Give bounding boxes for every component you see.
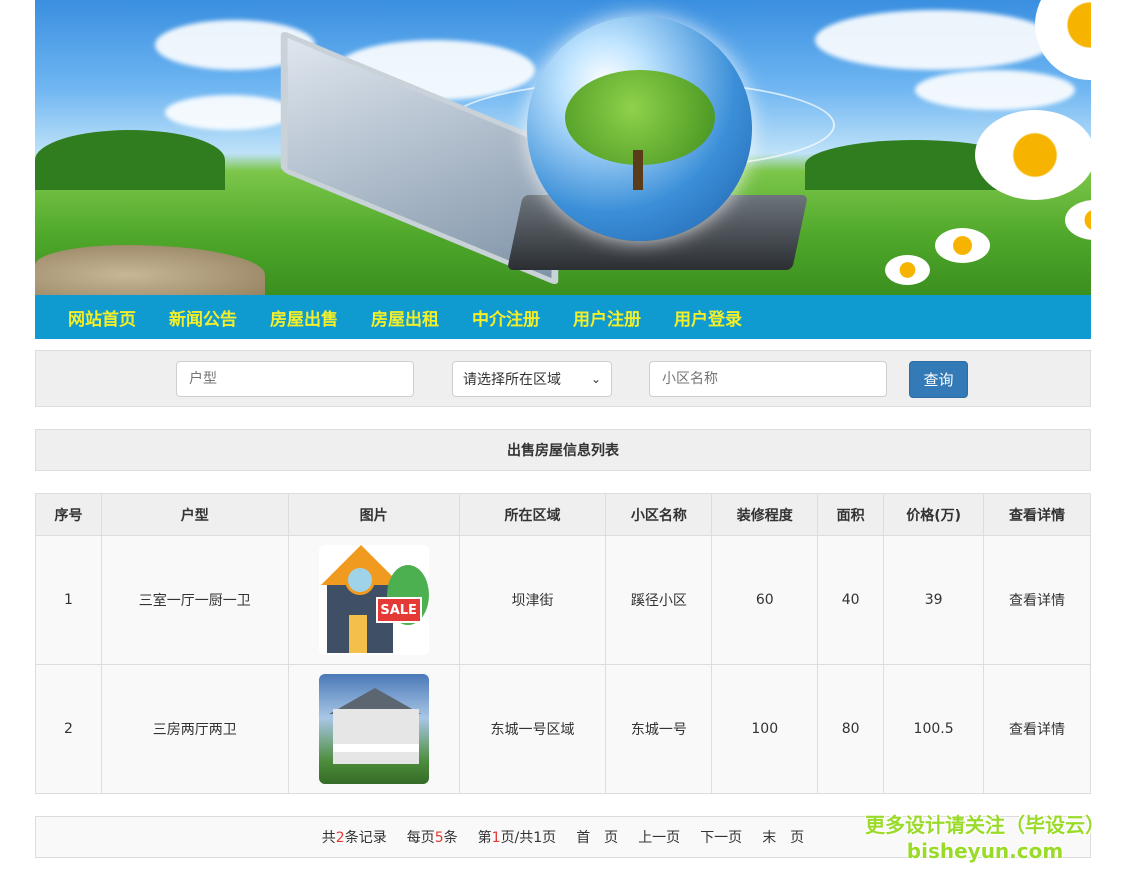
cell-region: 东城一号区域 — [458, 664, 607, 794]
nav-home[interactable]: 网站首页 — [68, 305, 136, 330]
detail-link[interactable]: 查看详情 — [983, 664, 1091, 794]
nav-house-sale[interactable]: 房屋出售 — [270, 305, 338, 330]
cell-no: 1 — [35, 535, 102, 665]
col-header: 图片 — [287, 493, 460, 536]
watermark-line1: 更多设计请关注（毕设云） — [865, 813, 1105, 837]
page-info: 第1页/共1页 — [477, 830, 557, 846]
nav-agent-register[interactable]: 中介注册 — [472, 305, 540, 330]
house-type-input[interactable] — [176, 361, 414, 397]
col-header: 所在区域 — [458, 493, 607, 536]
header-banner — [35, 0, 1091, 295]
cell-type: 三室一厅一厨一卫 — [100, 535, 289, 665]
next-page-link[interactable]: 下一页 — [700, 827, 742, 847]
table-header-row: 序号 户型 图片 所在区域 小区名称 装修程度 面积 价格(万) 查看详情 — [35, 493, 1091, 536]
table-row: 2 三房两厅两卫 东城一号区域 东城一号 100 80 100.5 查看详情 — [35, 664, 1091, 794]
col-header: 价格(万) — [883, 493, 985, 536]
house-sale-icon[interactable]: SALE — [318, 545, 429, 655]
cell-community: 东城一号 — [605, 664, 713, 794]
area-select-value: 请选择所在区域 — [463, 372, 561, 388]
cell-image — [287, 664, 460, 794]
first-page-link[interactable]: 首 页 — [576, 827, 618, 847]
col-header: 查看详情 — [983, 493, 1091, 536]
watermark-line2: bisheyun.com — [906, 839, 1064, 863]
col-header: 户型 — [100, 493, 289, 536]
nav-house-rent[interactable]: 房屋出租 — [371, 305, 439, 330]
sale-sign-icon: SALE — [375, 597, 422, 623]
cell-price: 39 — [883, 535, 985, 665]
per-page: 每页5条 — [406, 830, 458, 846]
col-header: 装修程度 — [711, 493, 819, 536]
last-page-link[interactable]: 末 页 — [762, 827, 804, 847]
col-header: 面积 — [817, 493, 885, 536]
list-title: 出售房屋信息列表 — [35, 429, 1091, 471]
house-photo[interactable] — [318, 674, 429, 784]
nav-news[interactable]: 新闻公告 — [169, 305, 237, 330]
main-nav: 网站首页 新闻公告 房屋出售 房屋出租 中介注册 用户注册 用户登录 — [35, 295, 1091, 339]
area-select[interactable]: 请选择所在区域 ⌄ — [452, 361, 612, 397]
community-input[interactable] — [649, 361, 887, 397]
watermark: 更多设计请关注（毕设云） bisheyun.com — [850, 812, 1120, 864]
search-bar: 请选择所在区域 ⌄ 查询 — [35, 350, 1091, 407]
col-header: 序号 — [35, 493, 102, 536]
cell-price: 100.5 — [883, 664, 985, 794]
col-header: 小区名称 — [605, 493, 713, 536]
detail-link[interactable]: 查看详情 — [983, 535, 1091, 665]
query-button[interactable]: 查询 — [909, 361, 968, 398]
cell-area: 80 — [817, 664, 885, 794]
cell-area: 40 — [817, 535, 885, 665]
cell-type: 三房两厅两卫 — [100, 664, 289, 794]
cell-no: 2 — [35, 664, 102, 794]
table-row: 1 三室一厅一厨一卫 SALE 坝津街 蹊径小区 60 40 39 查看详情 — [35, 535, 1091, 665]
cell-decoration: 60 — [711, 535, 819, 665]
cell-image: SALE — [287, 535, 460, 665]
total-records: 共2条记录 — [321, 830, 387, 846]
chevron-down-icon: ⌄ — [590, 372, 601, 386]
cell-decoration: 100 — [711, 664, 819, 794]
cell-community: 蹊径小区 — [605, 535, 713, 665]
cell-region: 坝津街 — [458, 535, 607, 665]
prev-page-link[interactable]: 上一页 — [638, 827, 680, 847]
nav-user-register[interactable]: 用户注册 — [573, 305, 641, 330]
house-table: 序号 户型 图片 所在区域 小区名称 装修程度 面积 价格(万) 查看详情 1 … — [35, 493, 1091, 794]
nav-user-login[interactable]: 用户登录 — [674, 305, 742, 330]
